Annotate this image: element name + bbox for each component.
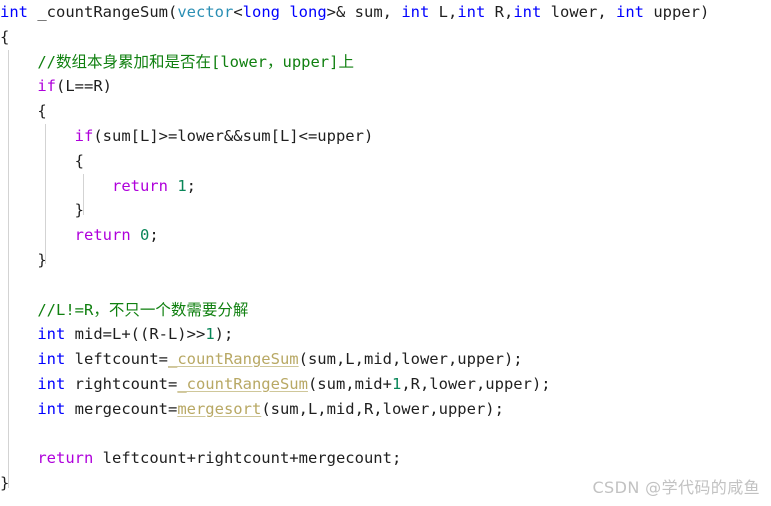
code-token: mergesort <box>177 399 262 418</box>
code-token: L, <box>429 3 458 21</box>
code-token: int <box>401 3 430 21</box>
code-token: ; <box>149 226 159 245</box>
code-token: { <box>0 102 47 121</box>
code-token: mergecount= <box>65 399 178 418</box>
code-token: upper) <box>643 3 710 21</box>
code-token: } <box>0 474 10 493</box>
code-line[interactable]: //L!=R，不只一个数需要分解 <box>0 298 771 323</box>
code-token: int <box>37 374 66 393</box>
code-token: int <box>457 3 486 21</box>
code-token: 0 <box>140 226 150 245</box>
code-line[interactable]: //数组本身累加和是否在[lower，upper]上 <box>0 50 771 75</box>
code-token: int <box>513 3 542 21</box>
code-token: (sum[L]>=lower&&sum[L]<=upper) <box>93 126 374 145</box>
code-token: int <box>37 350 66 369</box>
code-line[interactable]: int _countRangeSum(vector<long long>& su… <box>0 0 771 25</box>
code-token: int <box>0 3 28 21</box>
code-token: { <box>0 27 10 46</box>
code-token: mid=L+((R-L)>> <box>65 325 206 344</box>
code-token: (sum,L,mid,lower,upper); <box>298 350 523 369</box>
code-token: _countRangeSum <box>28 3 168 21</box>
code-screenshot: int _countRangeSum(vector<long long>& su… <box>0 0 771 506</box>
code-token: int <box>37 399 66 418</box>
code-token: leftcount= <box>65 350 168 369</box>
code-line[interactable]: if(L==R) <box>0 74 771 99</box>
code-line[interactable]: } <box>0 198 771 223</box>
csdn-watermark: CSDN @学代码的咸鱼 <box>592 478 760 497</box>
code-token: 1 <box>177 176 187 195</box>
code-token: int <box>615 3 644 21</box>
code-token: } <box>0 250 47 269</box>
code-token: return <box>111 176 168 195</box>
code-token: R, <box>485 3 514 21</box>
code-token: long long <box>242 3 327 21</box>
code-token: (L==R) <box>56 77 112 96</box>
code-line[interactable]: return 1; <box>0 174 771 199</box>
code-token: ; <box>186 176 197 195</box>
code-line[interactable]: int leftcount=_countRangeSum(sum,L,mid,l… <box>0 347 771 372</box>
code-token: } <box>0 201 84 220</box>
code-token: return <box>37 449 94 468</box>
code-token: < <box>233 3 243 21</box>
code-line[interactable]: return leftcount+rightcount+mergecount; <box>0 446 771 471</box>
code-token: { <box>0 151 84 170</box>
code-line[interactable]: int mergecount=mergesort(sum,L,mid,R,low… <box>0 397 771 422</box>
code-token: //L!=R，不只一个数需要分解 <box>37 300 249 319</box>
code-token: //数组本身累加和是否在[lower，upper]上 <box>37 52 354 71</box>
code-line[interactable]: if(sum[L]>=lower&&sum[L]<=upper) <box>0 124 771 149</box>
code-token: vector <box>177 3 234 21</box>
code-line[interactable]: return 0; <box>0 223 771 248</box>
code-token: leftcount+rightcount+mergecount; <box>93 449 402 468</box>
code-token: 1 <box>205 325 215 344</box>
code-line[interactable]: { <box>0 99 771 124</box>
code-token: lower, <box>541 3 616 21</box>
code-token: return <box>74 226 131 245</box>
code-token: (sum,mid+ <box>307 374 392 393</box>
code-token: 1 <box>391 374 402 393</box>
code-token: if <box>37 77 56 96</box>
code-line[interactable]: int rightcount=_countRangeSum(sum,mid+1,… <box>0 372 771 397</box>
code-token: if <box>74 126 94 145</box>
code-token: ,R,lower,upper); <box>401 374 551 393</box>
code-line[interactable] <box>0 273 771 298</box>
code-token: ); <box>214 325 234 344</box>
code-line[interactable] <box>0 422 771 447</box>
code-line[interactable]: { <box>0 25 771 50</box>
code-token: (sum,L,mid,R,lower,upper); <box>261 399 504 418</box>
code-line[interactable]: { <box>0 149 771 174</box>
code-lines[interactable]: int _countRangeSum(vector<long long>& su… <box>0 0 771 496</box>
code-token: ( <box>167 3 178 21</box>
code-token: >& sum, <box>326 3 402 21</box>
code-editor[interactable]: int _countRangeSum(vector<long long>& su… <box>0 0 771 506</box>
code-line[interactable]: } <box>0 248 771 273</box>
code-token: int <box>37 325 66 344</box>
code-token: _countRangeSum <box>167 350 299 369</box>
code-token: _countRangeSum <box>177 374 308 393</box>
code-token: rightcount= <box>65 374 178 393</box>
code-line[interactable]: int mid=L+((R-L)>>1); <box>0 322 771 347</box>
